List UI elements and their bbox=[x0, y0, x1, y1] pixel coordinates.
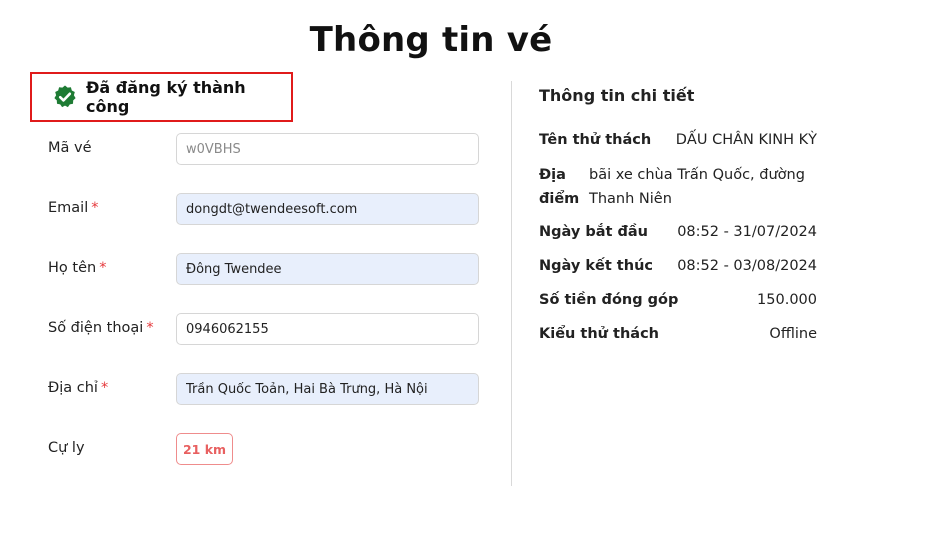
ticket-code-row: Mã vé bbox=[48, 133, 480, 165]
detail-contribution: Số tiền đóng góp 150.000 bbox=[539, 292, 817, 314]
detail-challenge-name: Tên thử thách DẤU CHÂN KINH KỲ bbox=[539, 132, 817, 154]
detail-end-date: Ngày kết thúc 08:52 - 03/08/2024 bbox=[539, 258, 817, 280]
required-mark: * bbox=[100, 380, 109, 396]
detail-value: Offline bbox=[769, 326, 817, 342]
detail-value: 08:52 - 31/07/2024 bbox=[677, 224, 817, 240]
full-name-label: Họ tên bbox=[48, 260, 97, 276]
verified-check-icon bbox=[52, 84, 78, 110]
required-mark: * bbox=[91, 200, 99, 216]
email-row: Email * bbox=[48, 193, 480, 225]
column-divider bbox=[511, 81, 512, 486]
full-name-field[interactable] bbox=[176, 253, 479, 285]
full-name-row: Họ tên * bbox=[48, 253, 480, 285]
detail-label: Kiểu thử thách bbox=[539, 326, 659, 342]
address-label: Địa chỉ bbox=[48, 380, 98, 396]
ticket-code-field[interactable] bbox=[176, 133, 479, 165]
distance-badge: 21 km bbox=[176, 433, 233, 465]
detail-label: Số tiền đóng góp bbox=[539, 292, 679, 308]
distance-row: Cự ly 21 km bbox=[48, 433, 480, 465]
phone-label: Số điện thoại bbox=[48, 320, 144, 336]
detail-value: DẤU CHÂN KINH KỲ bbox=[675, 132, 817, 148]
page-title: Thông tin vé bbox=[309, 20, 553, 60]
detail-challenge-type: Kiểu thử thách Offline bbox=[539, 326, 817, 348]
detail-value: bãi xe chùa Trấn Quốc, đường Thanh Niên bbox=[589, 167, 805, 207]
detail-label: Tên thử thách bbox=[539, 132, 652, 148]
phone-field[interactable] bbox=[176, 313, 479, 345]
distance-label: Cự ly bbox=[48, 440, 85, 456]
detail-location: Địa điểm bãi xe chùa Trấn Quốc, đường Th… bbox=[539, 163, 817, 213]
address-row: Địa chỉ * bbox=[48, 373, 480, 405]
detail-value: 150.000 bbox=[757, 292, 817, 308]
detail-label: Địa điểm bbox=[539, 167, 580, 207]
email-label: Email bbox=[48, 200, 89, 216]
email-field[interactable] bbox=[176, 193, 479, 225]
required-mark: * bbox=[146, 320, 154, 336]
required-mark: * bbox=[99, 260, 107, 276]
status-text: Đã đăng ký thành công bbox=[86, 78, 246, 116]
ticket-code-label: Mã vé bbox=[48, 140, 92, 156]
registration-status-banner: Đã đăng ký thành công bbox=[30, 72, 293, 122]
detail-label: Ngày kết thúc bbox=[539, 258, 653, 274]
details-title: Thông tin chi tiết bbox=[539, 86, 695, 105]
phone-row: Số điện thoại * bbox=[48, 313, 480, 345]
detail-start-date: Ngày bắt đầu 08:52 - 31/07/2024 bbox=[539, 224, 817, 246]
detail-label: Ngày bắt đầu bbox=[539, 224, 648, 240]
detail-value: 08:52 - 03/08/2024 bbox=[677, 258, 817, 274]
address-field[interactable] bbox=[176, 373, 479, 405]
